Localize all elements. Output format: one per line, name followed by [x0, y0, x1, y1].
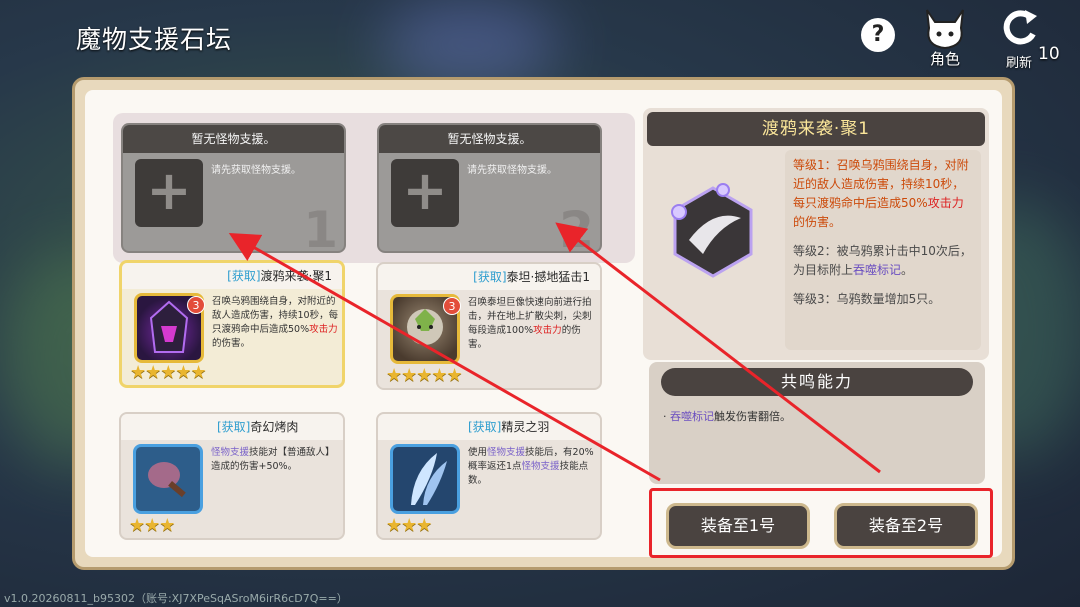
add-icon[interactable]: +: [391, 159, 459, 227]
card-title: [获取]渡鸦来袭·聚1: [122, 263, 342, 289]
altar-panel-inner: 暂无怪物支援。 + 请先获取怪物支援。 1 暂无怪物支援。 + 请先获取怪物支援…: [85, 90, 1002, 558]
star-rating: ★★★: [129, 515, 175, 536]
bullet: ·: [663, 410, 667, 423]
devour-mark-keyword: 吞噬标记: [853, 263, 902, 277]
skill-detail-panel: 渡鸦来袭·聚1 等级1：召唤乌鸦围绕自身，对附近的敌人造成伤害，持续10秒，每只…: [643, 108, 989, 360]
card-name: 泰坦·撼地猛击1: [506, 270, 590, 284]
attack-keyword: 攻击力: [533, 325, 562, 336]
resonance-panel: 共鸣能力 · 吞噬标记触发伤害翻倍。: [649, 362, 985, 484]
refresh-icon: [1003, 10, 1037, 45]
star-rating: ★★★★★: [386, 365, 463, 386]
level-badge: 3: [443, 297, 461, 315]
refresh-label: 刷新: [1005, 56, 1032, 71]
level-badge: 3: [187, 296, 205, 314]
resonance-text: · 吞噬标记触发伤害翻倍。: [663, 408, 791, 424]
monster-card-raven[interactable]: [获取]渡鸦来袭·聚1 3 召唤乌鸦围绕自身，对附近的敌人造成伤害，持续10秒，…: [119, 260, 345, 388]
card-description: 怪物支援技能对【普通敌人】造成的伤害+50%。: [211, 446, 339, 474]
slot-number: 1: [303, 201, 338, 253]
support-slot-2[interactable]: 暂无怪物支援。 + 请先获取怪物支援。 2: [377, 123, 602, 253]
monster-card-roast[interactable]: [获取]奇幻烤肉 怪物支援技能对【普通敌人】造成的伤害+50%。 ★★★: [119, 412, 345, 540]
card-name: 渡鸦来袭·聚1: [260, 269, 332, 283]
slot-title: 暂无怪物支援。: [379, 125, 600, 153]
level-3-text: 等级3：乌鸦数量增加5只。: [793, 292, 941, 306]
help-button[interactable]: ?: [861, 18, 895, 52]
character-button[interactable]: 角色: [915, 6, 975, 72]
skill-title: 渡鸦来袭·聚1: [647, 112, 985, 146]
resonance-title: 共鸣能力: [661, 368, 973, 396]
star-rating: ★★★: [386, 515, 432, 536]
character-label: 角色: [929, 50, 960, 68]
desc-text: 使用: [468, 447, 488, 458]
equip-slot-1-button[interactable]: 装备至1号: [666, 503, 810, 549]
equip-slot-2-button[interactable]: 装备至2号: [834, 503, 978, 549]
level-1-text: 等级1：召唤乌鸦围绕自身，对附近的敌人造成伤害，持续10秒，每只渡鸦命中后造成5…: [793, 156, 973, 232]
raven-skill-icon: [663, 178, 763, 298]
monster-support-keyword: 怪物支援: [211, 447, 250, 458]
attack-keyword: 攻击力: [309, 324, 338, 335]
attack-keyword: 攻击力: [927, 196, 964, 210]
support-slots: 暂无怪物支援。 + 请先获取怪物支援。 1 暂无怪物支援。 + 请先获取怪物支援…: [113, 113, 635, 263]
slot-title: 暂无怪物支援。: [123, 125, 344, 153]
card-title: [获取]精灵之羽: [378, 414, 600, 440]
card-description: 使用怪物支援技能后，有20%概率返还1点怪物支援技能点数。: [468, 446, 596, 488]
equip-buttons-highlight: 装备至1号 装备至2号: [649, 488, 993, 558]
star-rating: ★★★★★: [130, 362, 207, 383]
refresh-count: 10: [1038, 44, 1060, 64]
card-title: [获取]奇幻烤肉: [121, 414, 343, 440]
add-icon[interactable]: +: [135, 159, 203, 227]
altar-panel: 暂无怪物支援。 + 请先获取怪物支援。 1 暂无怪物支援。 + 请先获取怪物支援…: [72, 77, 1015, 570]
roast-meat-icon: [133, 444, 203, 514]
monster-support-keyword: 怪物支援: [487, 447, 526, 458]
character-icon: [926, 9, 964, 50]
fairy-feather-icon: [390, 444, 460, 514]
slot-hint: 请先获取怪物支援。: [211, 165, 301, 176]
card-tag: [获取]: [473, 270, 507, 284]
card-tag: [获取]: [217, 420, 251, 434]
refresh-button[interactable]: 刷新: [994, 6, 1044, 72]
card-name: 奇幻烤肉: [250, 420, 299, 434]
monster-support-keyword: 怪物支援: [521, 461, 560, 472]
version-info: v1.0.20260811_b95302（账号:XJ7XPeSqASroM6ir…: [4, 592, 348, 605]
desc-text: 。: [901, 263, 914, 277]
slot-hint: 请先获取怪物支援。: [467, 165, 557, 176]
monster-card-titan[interactable]: [获取]泰坦·撼地猛击1 3 召唤泰坦巨像快速向前进行拍击，并在地上扩散尖刺，尖…: [376, 262, 602, 390]
card-tag: [获取]: [468, 420, 502, 434]
card-description: 召唤泰坦巨像快速向前进行拍击，并在地上扩散尖刺，尖刺每段造成100%攻击力的伤害…: [468, 296, 596, 352]
desc-text: 的伤害。: [212, 338, 251, 349]
desc-text: 触发伤害翻倍。: [714, 410, 791, 423]
monster-card-feather[interactable]: [获取]精灵之羽 使用怪物支援技能后，有20%概率返还1点怪物支援技能点数。 ★…: [376, 412, 602, 540]
desc-text: 的伤害。: [793, 215, 842, 229]
slot-number: 2: [559, 201, 594, 253]
card-tag: [获取]: [227, 269, 261, 283]
devour-mark-keyword: 吞噬标记: [670, 410, 714, 423]
card-title: [获取]泰坦·撼地猛击1: [378, 264, 600, 290]
card-name: 精灵之羽: [501, 420, 550, 434]
card-description: 召唤乌鸦围绕自身，对附近的敌人造成伤害，持续10秒，每只渡鸦命中后造成50%攻击…: [212, 295, 340, 351]
level-2-text: 等级2：被乌鸦累计击中10次后，为目标附上吞噬标记。: [793, 242, 973, 280]
skill-description: 等级1：召唤乌鸦围绕自身，对附近的敌人造成伤害，持续10秒，每只渡鸦命中后造成5…: [785, 150, 981, 350]
support-slot-1[interactable]: 暂无怪物支援。 + 请先获取怪物支援。 1: [121, 123, 346, 253]
page-title: 魔物支援石坛: [76, 25, 233, 54]
